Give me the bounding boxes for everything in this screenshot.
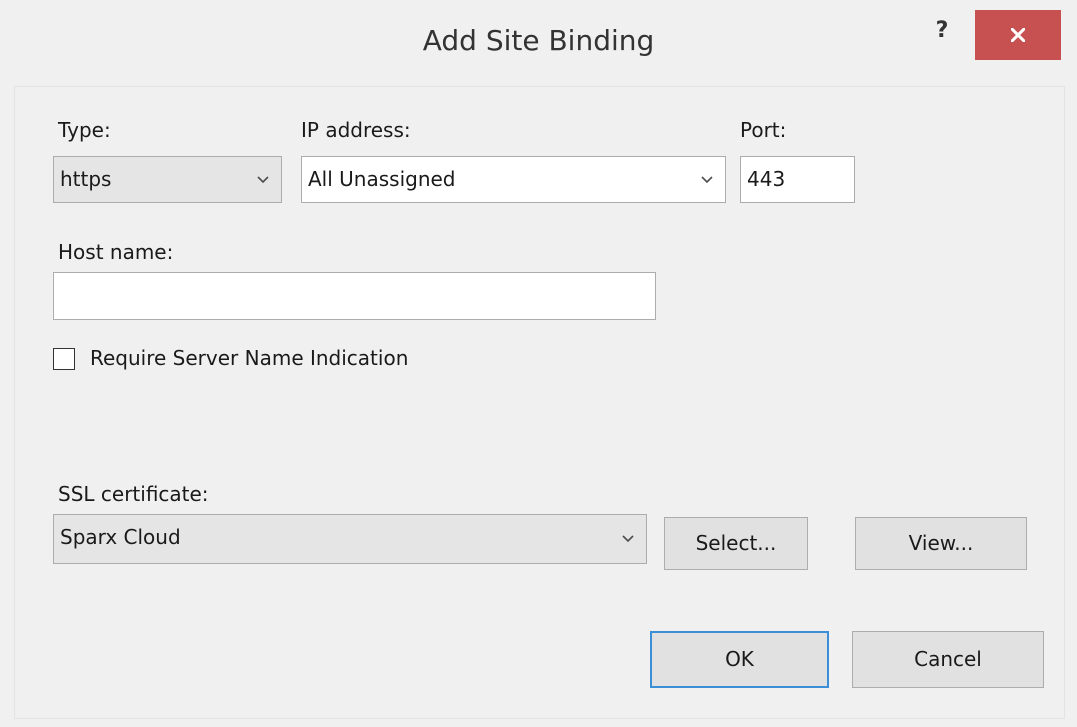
ip-address-dropdown[interactable]: All Unassigned (301, 156, 726, 203)
dialog-title: Add Site Binding (422, 24, 655, 57)
cancel-button[interactable]: Cancel (852, 631, 1044, 688)
ip-address-dropdown-value: All Unassigned (308, 167, 456, 191)
ip-address-label: IP address: (301, 118, 411, 142)
ssl-certificate-dropdown[interactable]: Sparx Cloud (53, 514, 647, 564)
chevron-down-icon (247, 157, 281, 202)
ssl-certificate-dropdown-value: Sparx Cloud (60, 525, 181, 549)
type-dropdown-value: https (60, 167, 112, 191)
chevron-down-icon (691, 157, 725, 202)
ok-button[interactable]: OK (650, 631, 829, 688)
close-icon (1011, 28, 1025, 42)
port-field[interactable]: 443 (740, 156, 855, 203)
close-button[interactable] (975, 10, 1061, 60)
help-button[interactable]: ? (923, 10, 961, 52)
type-label: Type: (58, 118, 111, 142)
type-dropdown[interactable]: https (53, 156, 282, 203)
view-certificate-button[interactable]: View... (855, 517, 1027, 570)
require-sni-checkbox[interactable] (53, 348, 75, 370)
host-name-label: Host name: (58, 240, 174, 264)
add-site-binding-dialog: Add Site Binding ? Type: https IP addres… (0, 0, 1077, 727)
host-name-field[interactable] (53, 272, 656, 320)
ssl-certificate-label: SSL certificate: (58, 482, 209, 506)
select-certificate-button[interactable]: Select... (664, 517, 808, 570)
chevron-down-icon (612, 515, 646, 563)
require-sni-label[interactable]: Require Server Name Indication (90, 346, 408, 370)
port-label: Port: (740, 118, 787, 142)
title-bar: Add Site Binding ? (0, 0, 1077, 88)
port-field-value: 443 (747, 167, 786, 191)
